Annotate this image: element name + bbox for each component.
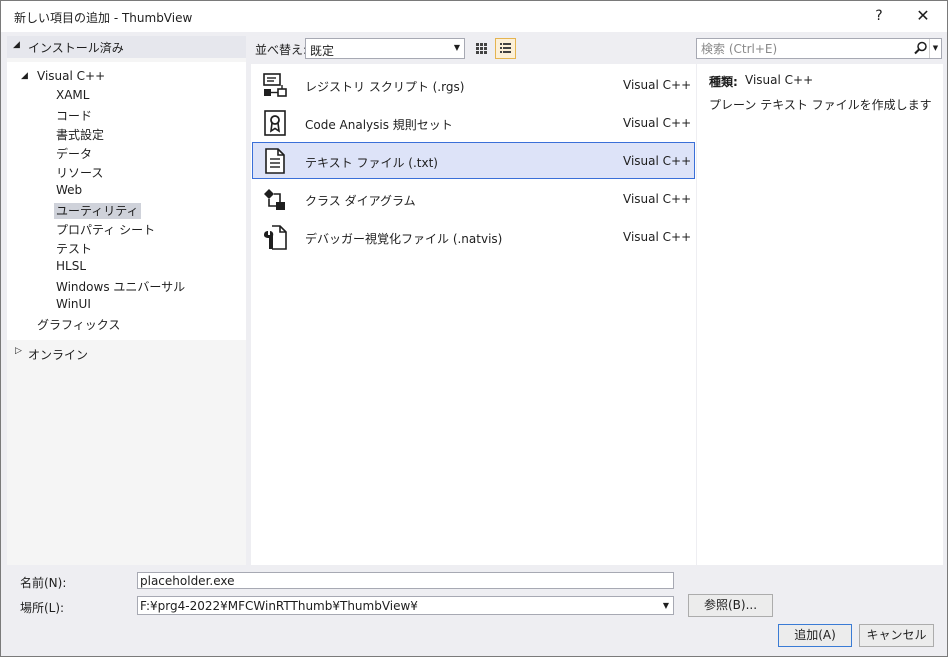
tree-node-label: Windows ユニバーサル <box>56 280 186 294</box>
template-item-class-diagram[interactable]: クラス ダイアグラム Visual C++ <box>252 180 695 217</box>
sort-value: 既定 <box>310 44 335 58</box>
tree-node-property-sheet[interactable]: プロパティ シート <box>56 221 155 238</box>
tree-node-data[interactable]: データ <box>56 145 92 162</box>
tree-node-windows-universal[interactable]: Windows ユニバーサル <box>56 278 185 295</box>
detail-type-value: Visual C++ <box>745 73 814 87</box>
template-name: テキスト ファイル (.txt) <box>305 156 438 170</box>
tree-node-hlsl[interactable]: HLSL <box>56 259 86 273</box>
expand-arrow-icon[interactable]: ▷ <box>15 346 22 356</box>
tree-node-visual-cpp[interactable]: ◢ Visual C++ <box>21 69 106 83</box>
browse-button[interactable]: 参照(B)... <box>688 594 773 617</box>
template-item-text-file[interactable]: テキスト ファイル (.txt) Visual C++ <box>252 142 695 179</box>
help-button[interactable]: ? <box>867 4 891 28</box>
tree-node-label: リソース <box>56 166 104 180</box>
template-name: Code Analysis 規則セット <box>305 118 453 132</box>
title-bar: 新しい項目の追加 - ThumbView ? ✕ <box>1 1 947 32</box>
tree-node-label: HLSL <box>56 259 87 273</box>
search-input[interactable] <box>699 40 909 57</box>
add-button[interactable]: 追加(A) <box>778 624 852 647</box>
template-list: レジストリ スクリプト (.rgs) Visual C++ Code Analy… <box>251 64 696 565</box>
tree-node-label: グラフィックス <box>37 318 121 332</box>
close-button[interactable]: ✕ <box>909 4 937 28</box>
tree-node-resource[interactable]: リソース <box>56 164 103 181</box>
tree-node-web[interactable]: Web <box>56 183 82 197</box>
tree-node-label: WinUI <box>56 297 91 311</box>
tree-node-code[interactable]: コード <box>56 107 92 124</box>
cancel-button[interactable]: キャンセル <box>859 624 934 647</box>
tree-installed-header[interactable]: ◢ インストール済み <box>7 36 246 58</box>
tree-installed-label: インストール済み <box>28 41 124 55</box>
ruleset-icon <box>264 110 286 136</box>
add-new-item-dialog: 新しい項目の追加 - ThumbView ? ✕ ◢ インストール済み ◢ Vi… <box>0 0 948 657</box>
tree-node-test[interactable]: テスト <box>56 240 92 257</box>
tree-node-online[interactable]: ▷ オンライン <box>7 342 246 364</box>
location-field: ▼ <box>137 596 674 615</box>
tree-node-graphics[interactable]: グラフィックス <box>37 316 120 333</box>
category-tree: ◢ インストール済み ◢ Visual C++ XAML コード 書式設定 デー… <box>7 36 246 565</box>
registry-script-icon <box>263 73 287 97</box>
template-item-registry-script[interactable]: レジストリ スクリプト (.rgs) Visual C++ <box>252 66 695 103</box>
tree-node-xaml[interactable]: XAML <box>56 88 89 102</box>
chevron-down-icon: ▼ <box>453 43 460 52</box>
tree-installed-group: ◢ Visual C++ XAML コード 書式設定 データ リソース Web … <box>7 62 246 340</box>
search-box: ▼ <box>696 38 942 59</box>
template-language: Visual C++ <box>623 192 692 206</box>
grid-view-icon <box>476 43 487 54</box>
name-field <box>137 572 674 589</box>
detail-type-label: 種類: <box>709 75 738 89</box>
tree-node-label: プロパティ シート <box>56 223 156 237</box>
class-diagram-icon <box>264 189 285 210</box>
search-icon[interactable] <box>914 41 928 55</box>
template-name: クラス ダイアグラム <box>305 194 416 208</box>
tree-node-utility[interactable]: ユーティリティ <box>54 202 141 219</box>
text-file-icon <box>265 148 285 174</box>
template-name: デバッガー視覚化ファイル (.natvis) <box>305 232 503 246</box>
chevron-down-icon[interactable]: ▼ <box>663 601 669 610</box>
tree-online-label: オンライン <box>28 348 89 362</box>
template-language: Visual C++ <box>623 116 692 130</box>
tree-node-formatting[interactable]: 書式設定 <box>56 126 104 143</box>
template-name: レジストリ スクリプト (.rgs) <box>305 80 465 94</box>
grid-view-button[interactable] <box>471 38 492 59</box>
location-input[interactable] <box>140 598 640 613</box>
tree-node-label: コード <box>56 109 93 123</box>
detail-description: プレーン テキスト ファイルを作成します <box>709 98 932 112</box>
name-label: 名前(N): <box>20 576 67 590</box>
template-language: Visual C++ <box>623 230 692 244</box>
window-title: 新しい項目の追加 - ThumbView <box>14 11 193 25</box>
tree-node-label: XAML <box>56 88 90 102</box>
tree-node-label: 書式設定 <box>56 128 105 142</box>
expand-arrow-icon[interactable]: ◢ <box>21 71 28 81</box>
template-item-code-analysis-ruleset[interactable]: Code Analysis 規則セット Visual C++ <box>252 104 695 141</box>
search-options-chevron-icon[interactable]: ▼ <box>929 39 941 58</box>
natvis-icon <box>264 225 287 250</box>
tree-node-label: データ <box>56 147 93 161</box>
location-label: 場所(L): <box>20 601 65 615</box>
template-language: Visual C++ <box>623 78 692 92</box>
template-details: 種類: Visual C++ プレーン テキスト ファイルを作成します <box>697 64 943 565</box>
tree-node-label: Visual C++ <box>37 69 106 83</box>
name-input[interactable] <box>140 573 640 588</box>
sort-dropdown[interactable]: 既定 ▼ <box>305 38 465 59</box>
sort-label: 並べ替え: <box>255 43 308 57</box>
tree-node-label: テスト <box>56 242 93 256</box>
list-view-button[interactable] <box>495 38 516 59</box>
template-item-natvis[interactable]: デバッガー視覚化ファイル (.natvis) Visual C++ <box>252 218 695 255</box>
tree-node-label: Web <box>56 183 83 197</box>
tree-node-winui[interactable]: WinUI <box>56 297 91 311</box>
collapse-arrow-icon[interactable]: ◢ <box>13 40 20 50</box>
template-language: Visual C++ <box>623 154 692 168</box>
list-view-icon <box>500 43 511 53</box>
tree-node-label: ユーティリティ <box>54 203 141 219</box>
